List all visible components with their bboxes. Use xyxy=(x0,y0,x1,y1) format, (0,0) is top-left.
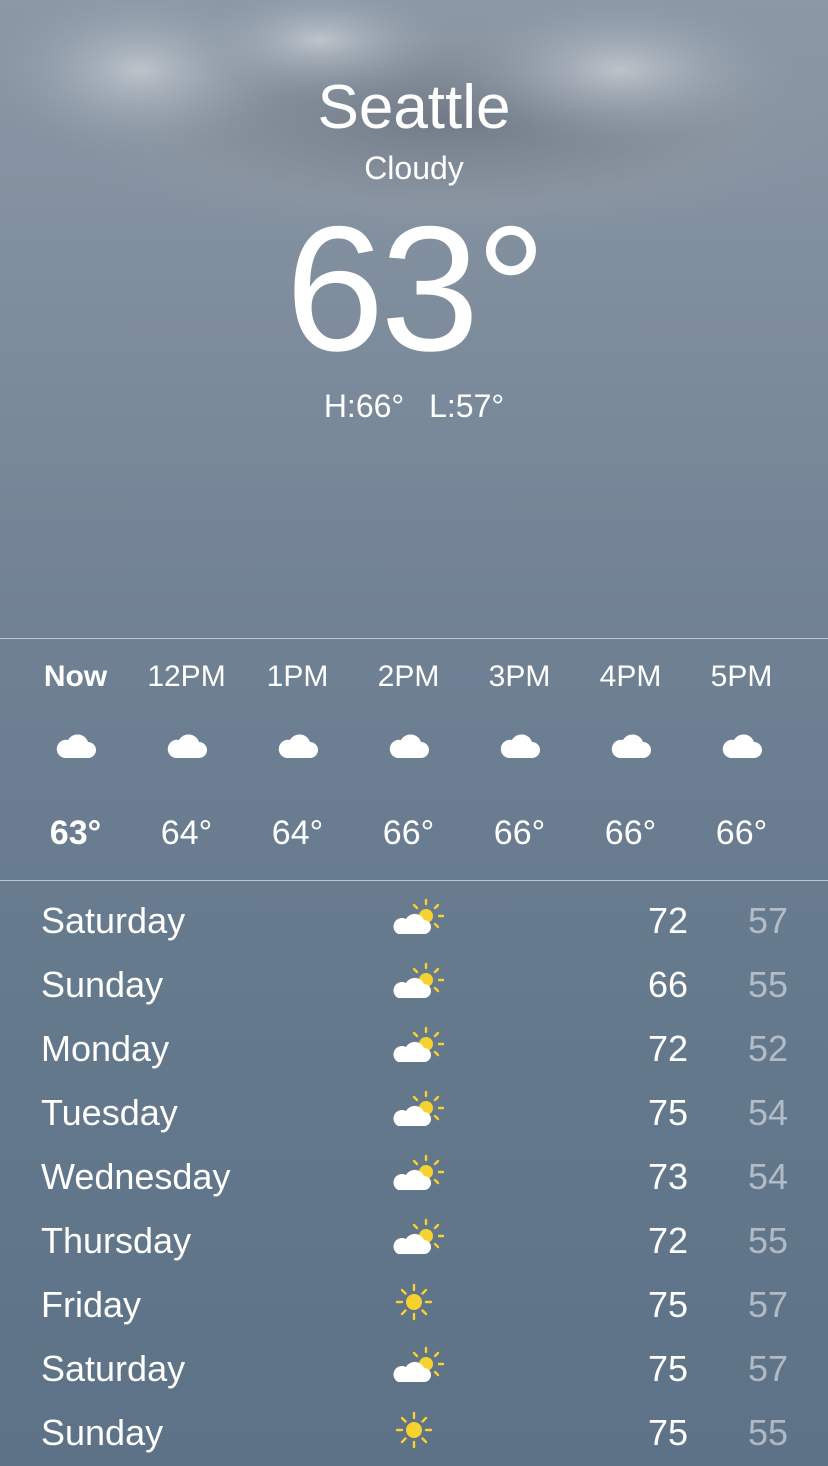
day-name: Sunday xyxy=(41,1412,164,1453)
cloud-icon xyxy=(387,732,431,760)
day-high-temp: 75 xyxy=(647,1092,688,1133)
day-low-temp: 55 xyxy=(747,964,788,1005)
partly-sunny-icon xyxy=(390,1154,446,1194)
day-low-temp: 55 xyxy=(747,1220,788,1261)
hourly-time: Now xyxy=(43,660,108,693)
hourly-time: 3PM xyxy=(488,660,551,693)
divider-top xyxy=(0,638,828,639)
hourly-time: 2PM xyxy=(377,660,440,693)
day-high-temp: 72 xyxy=(647,900,688,941)
day-name: Saturday xyxy=(41,1348,186,1389)
day-low-temp: 54 xyxy=(747,1092,788,1133)
hourly-temp: 64° xyxy=(271,814,324,852)
day-name: Sunday xyxy=(41,964,164,1005)
day-name: Wednesday xyxy=(41,1156,231,1197)
cloud-icon xyxy=(276,732,320,760)
city-name: Seattle xyxy=(317,73,511,142)
current-temperature: 63° xyxy=(285,189,546,388)
hourly-forecast-scroller[interactable]: Now 63° 12PM 64° 1PM 64° 2PM 66° 3PM 66° 4PM 66° 5PM… xyxy=(0,640,828,880)
hourly-temp: 66° xyxy=(715,814,768,852)
day-low-temp: 57 xyxy=(747,1348,788,1389)
high-temp: H:66° xyxy=(323,388,405,424)
day-low-temp: 57 xyxy=(747,900,788,941)
day-high-temp: 75 xyxy=(647,1348,688,1389)
partly-sunny-icon xyxy=(390,1026,446,1066)
sun-icon xyxy=(390,1410,446,1450)
hourly-time: 1PM xyxy=(266,660,329,693)
day-high-temp: 73 xyxy=(647,1156,688,1197)
low-temp: L:57° xyxy=(429,388,505,424)
hourly-temp: 66° xyxy=(493,814,546,852)
high-low-temps: H:66° L:57° xyxy=(0,388,828,425)
hourly-temp: 6 xyxy=(797,814,828,853)
day-low-temp: 55 xyxy=(747,1412,788,1453)
partly-sunny-icon xyxy=(390,898,446,938)
partly-sunny-icon xyxy=(390,1346,446,1386)
hourly-temp: 66° xyxy=(382,814,435,852)
day-high-temp: 72 xyxy=(647,1220,688,1261)
day-high-temp: 72 xyxy=(647,1028,688,1069)
partly-sunny-icon xyxy=(390,1090,446,1130)
day-high-temp: 66 xyxy=(647,964,688,1005)
daily-row: Monday 72 52 xyxy=(0,1016,828,1080)
daily-row: Sunday 75 55 xyxy=(0,1400,828,1464)
hourly-temp: 64° xyxy=(160,814,213,852)
cloud-icon xyxy=(609,732,653,760)
partly-sunny-icon xyxy=(390,962,446,1002)
sun-icon xyxy=(390,1282,446,1322)
daily-row: Sunday 66 55 xyxy=(0,952,828,1016)
hourly-time: 12PM xyxy=(147,660,226,693)
hourly-temp: 66° xyxy=(604,814,657,852)
cloud-icon xyxy=(54,732,98,760)
hourly-time: 4PM xyxy=(599,660,662,693)
day-low-temp: 57 xyxy=(747,1284,788,1325)
hourly-time: 5PM xyxy=(710,660,773,693)
divider-bottom xyxy=(0,880,828,881)
day-high-temp: 75 xyxy=(647,1284,688,1325)
day-name: Friday xyxy=(41,1284,142,1325)
day-name: Tuesday xyxy=(41,1092,178,1133)
day-name: Saturday xyxy=(41,900,186,941)
current-condition: Cloudy xyxy=(364,150,464,186)
day-low-temp: 52 xyxy=(747,1028,788,1069)
daily-row: Saturday 75 57 xyxy=(0,1336,828,1400)
day-high-temp: 75 xyxy=(647,1412,688,1453)
cloud-icon xyxy=(165,732,209,760)
partly-sunny-icon xyxy=(390,1218,446,1258)
day-name: Monday xyxy=(41,1028,170,1069)
cloud-icon xyxy=(498,732,542,760)
daily-row: Friday 75 57 xyxy=(0,1272,828,1336)
daily-row: Thursday 72 55 xyxy=(0,1208,828,1272)
hourly-temp: 63° xyxy=(49,814,102,852)
day-name: Thursday xyxy=(41,1220,192,1261)
daily-row: Tuesday 75 54 xyxy=(0,1080,828,1144)
daily-row: Saturday 72 57 xyxy=(0,888,828,952)
cloud-icon xyxy=(720,732,764,760)
day-low-temp: 54 xyxy=(747,1156,788,1197)
daily-row: Wednesday 73 54 xyxy=(0,1144,828,1208)
hourly-time: 6 xyxy=(797,660,828,694)
